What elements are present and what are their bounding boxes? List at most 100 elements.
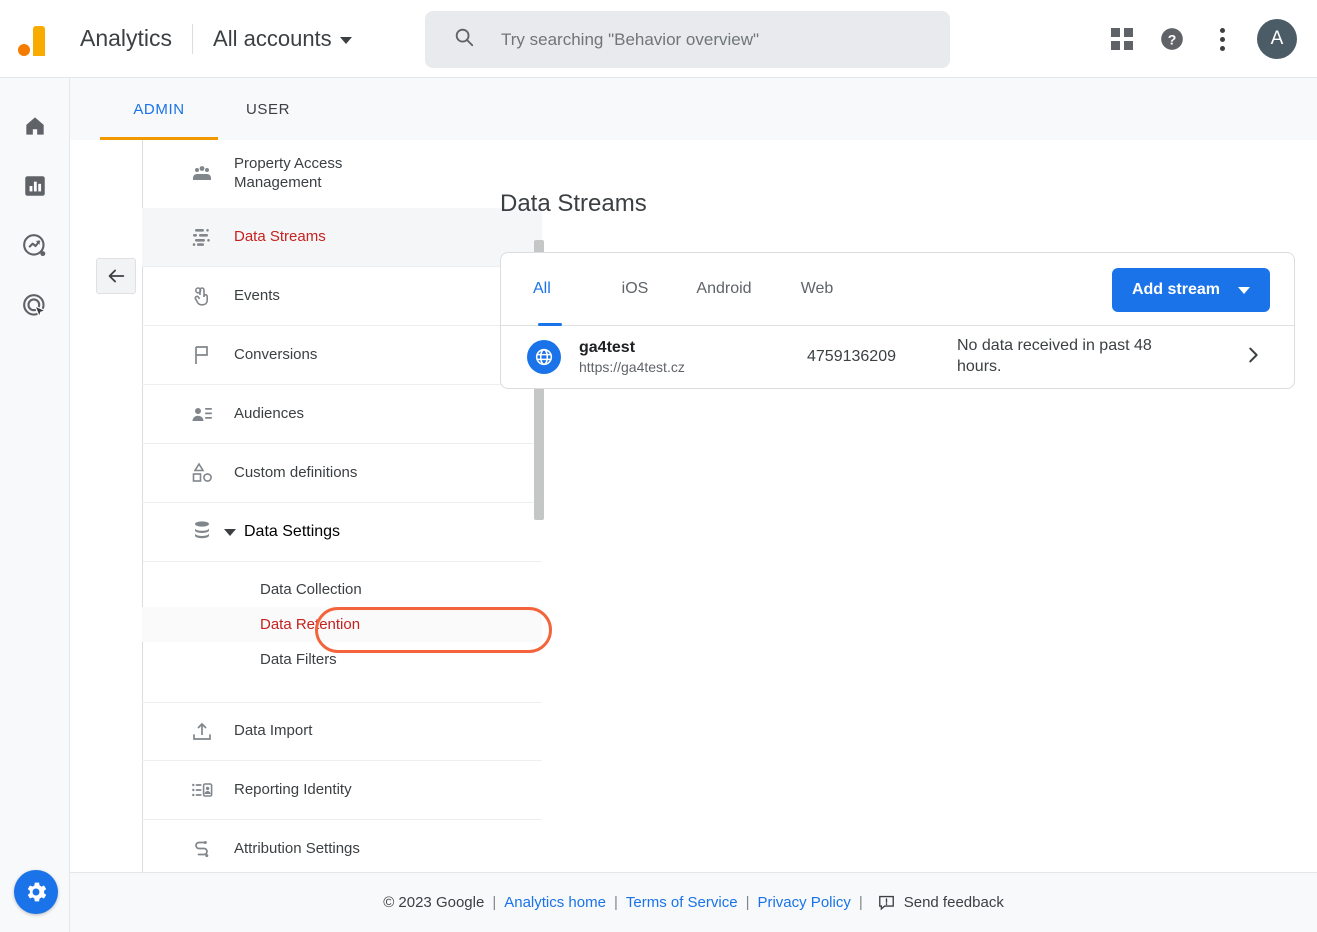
stream-status: No data received in past 48 hours. [957, 337, 1152, 375]
explore-trend-icon [23, 234, 46, 257]
sidebar-item-data-import[interactable]: Data Import [142, 702, 542, 761]
tab-ios[interactable]: iOS [617, 253, 653, 326]
sidebar-item-conversions[interactable]: Conversions [142, 326, 542, 385]
sidebar-item-label: Events [234, 286, 280, 304]
avatar[interactable]: A [1257, 19, 1297, 59]
account-selector[interactable]: All accounts [213, 26, 352, 52]
chevron-down-icon [1238, 286, 1250, 294]
search-input[interactable]: Try searching "Behavior overview" [425, 11, 950, 68]
sidebar-item-label: Data Streams [234, 227, 326, 245]
footer-separator: | [858, 894, 863, 911]
sidebar-item-attribution-settings[interactable]: Attribution Settings [142, 820, 542, 879]
sidebar-subitem-data-collection[interactable]: Data Collection [142, 572, 542, 607]
header-divider [192, 23, 194, 54]
help-icon[interactable]: ? [1149, 16, 1195, 62]
account-selector-label: All accounts [213, 25, 332, 51]
page-title: Data Streams [500, 190, 647, 217]
top-header: Analytics All accounts Try searching "Be… [0, 0, 1317, 78]
sidebar-item-label: Attribution Settings [234, 839, 360, 857]
sidebar-item-audiences[interactable]: Audiences [142, 385, 542, 444]
sidebar-group-data-settings[interactable]: Data Settings [142, 503, 542, 562]
svg-text:?: ? [1168, 31, 1177, 47]
feedback-icon [878, 895, 894, 911]
sidebar-item-label: Data Import [234, 722, 313, 740]
more-vert-icon[interactable] [1199, 16, 1245, 62]
footer-link-privacy-policy[interactable]: Privacy Policy [757, 894, 850, 911]
sidebar-item-custom-definitions[interactable]: Custom definitions [142, 444, 542, 503]
tab-admin[interactable]: ADMIN [100, 78, 218, 140]
footer-copyright: © 2023 Google [383, 894, 485, 911]
sidebar-subitem-data-filters[interactable]: Data Filters [142, 642, 542, 677]
chevron-down-icon [339, 37, 352, 44]
footer-link-terms-of-service[interactable]: Terms of Service [626, 894, 738, 911]
admin-gear-button[interactable] [14, 870, 58, 914]
table-row[interactable]: ga4test https://ga4test.cz 4759136209 No… [501, 326, 1294, 388]
rail-item-home[interactable] [0, 96, 70, 156]
streams-card: All iOS Android Web Add stream ga4test h… [500, 252, 1295, 389]
stream-measurement-id: 4759136209 [807, 348, 896, 365]
tab-android[interactable]: Android [687, 253, 761, 326]
send-feedback-label: Send feedback [903, 894, 1004, 911]
analytics-admin-page: Analytics All accounts Try searching "Be… [0, 0, 1317, 932]
stream-url: https://ga4test.cz [579, 359, 685, 375]
sidebar-item-events[interactable]: Events [142, 267, 542, 326]
property-settings-nav: Property Access Management Data Streams [96, 140, 552, 879]
collapse-nav-button[interactable] [96, 258, 136, 294]
admin-user-tabs: ADMIN USER [70, 78, 1317, 140]
flag-icon [190, 343, 224, 367]
send-feedback-button[interactable]: Send feedback [877, 893, 1004, 912]
touch-event-icon [190, 284, 224, 308]
header-actions: ? A [1095, 0, 1297, 78]
tab-web[interactable]: Web [795, 253, 839, 326]
tab-all[interactable]: All [533, 253, 567, 326]
streams-card-header: All iOS Android Web Add stream [501, 253, 1294, 326]
advertising-target-icon [23, 294, 48, 319]
footer: © 2023 Google | Analytics home | Terms o… [70, 872, 1317, 932]
home-icon [26, 117, 44, 135]
sidebar-item-label: Property Access Management [234, 155, 343, 191]
footer-separator: | [745, 894, 750, 911]
analytics-logo-icon [18, 22, 62, 56]
gear-icon [27, 882, 47, 902]
content-area: Property Access Management Data Streams [70, 140, 1317, 879]
reporting-identity-icon [190, 778, 224, 802]
database-icon [190, 518, 214, 547]
sidebar-item-label: Conversions [234, 345, 318, 363]
sidebar-subitem-data-retention[interactable]: Data Retention [142, 607, 542, 642]
search-icon [453, 26, 475, 53]
stream-identity: ga4test https://ga4test.cz [579, 339, 685, 375]
brand-title: Analytics [80, 25, 173, 51]
footer-link-analytics-home[interactable]: Analytics home [504, 894, 606, 911]
stream-name: ga4test [579, 339, 636, 356]
apps-grid-icon[interactable] [1099, 16, 1145, 62]
attribution-path-icon [190, 837, 224, 861]
rail-item-reports[interactable] [0, 156, 70, 216]
bar-chart-icon [25, 176, 45, 196]
data-streams-panel: Data Streams All iOS Android Web Add str… [500, 140, 1317, 389]
sidebar-item-property-access-management[interactable]: Property Access Management [142, 140, 542, 208]
chevron-right-icon[interactable] [1242, 344, 1264, 371]
footer-separator: | [492, 894, 497, 911]
globe-web-icon [527, 340, 561, 374]
shapes-icon [190, 461, 224, 485]
sidebar-item-label: Audiences [234, 404, 305, 422]
sidebar-item-reporting-identity[interactable]: Reporting Identity [142, 761, 542, 820]
upload-icon [190, 720, 224, 744]
audience-person-icon [190, 402, 224, 426]
avatar-initial: A [1270, 28, 1284, 49]
people-group-icon [190, 162, 224, 186]
search-placeholder: Try searching "Behavior overview" [501, 29, 760, 49]
sidebar-item-label: Reporting Identity [234, 780, 352, 798]
arrow-left-icon [108, 269, 125, 283]
chevron-down-icon [224, 528, 236, 536]
add-stream-button[interactable]: Add stream [1111, 268, 1270, 312]
rail-item-advertising[interactable] [0, 276, 70, 336]
footer-separator: | [613, 894, 618, 911]
sidebar-item-data-streams[interactable]: Data Streams [142, 208, 542, 267]
sidebar-group-label: Data Settings [244, 523, 341, 540]
add-stream-label: Add stream [1131, 281, 1220, 298]
rail-item-explore[interactable] [0, 216, 70, 276]
tab-user[interactable]: USER [218, 78, 318, 140]
data-streams-icon [190, 225, 224, 249]
left-rail [0, 78, 70, 932]
